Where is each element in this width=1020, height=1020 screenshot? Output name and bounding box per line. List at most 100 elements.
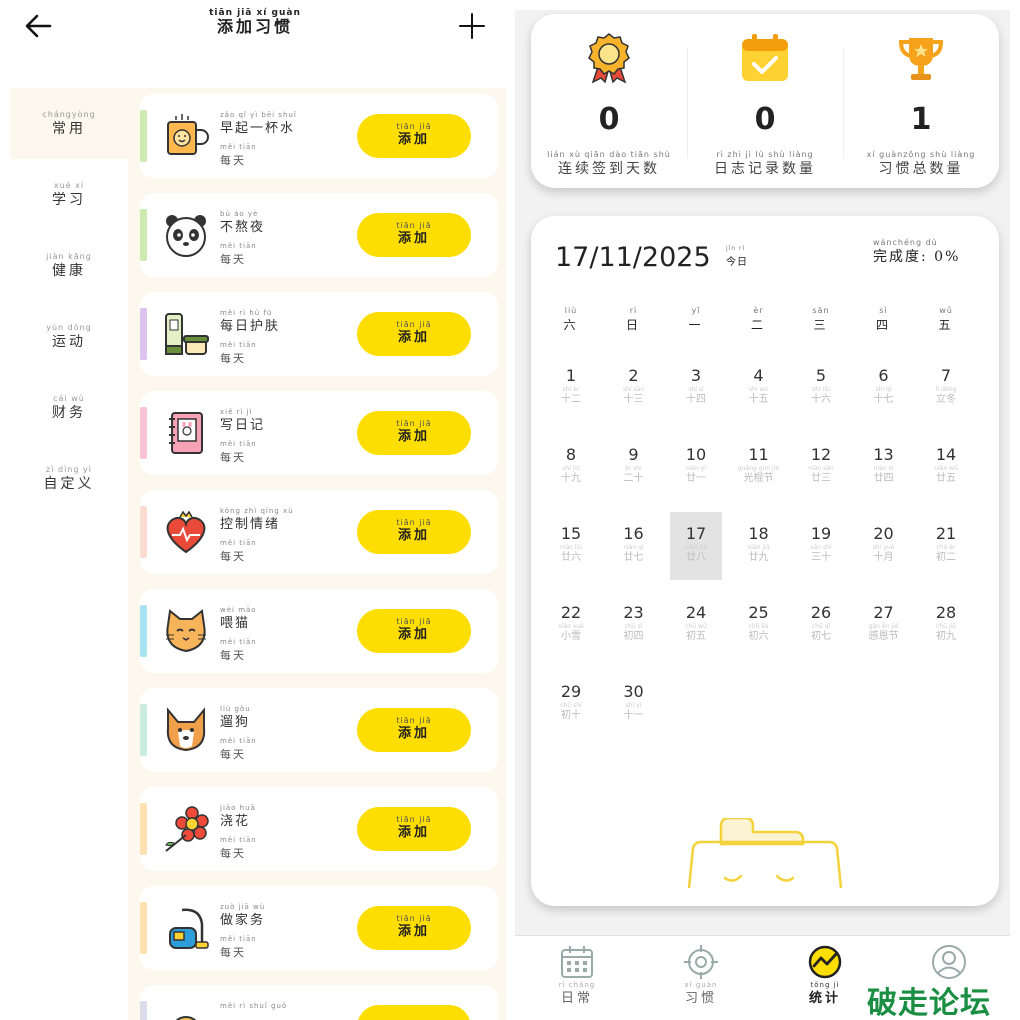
calendar-day[interactable]: 28 chū jiǔ 初九 xyxy=(920,591,972,659)
calendar-day[interactable]: 12 niàn sān 廿三 xyxy=(795,433,847,501)
calendar-day[interactable]: 19 sān shí 三十 xyxy=(795,512,847,580)
nav-item[interactable]: rì cháng 日常 xyxy=(515,944,639,1008)
weekday-pinyin: liù xyxy=(564,306,578,315)
calendar-day[interactable]: 2 shí sān 十三 xyxy=(608,354,660,422)
habit-card: měi rì shuǐ guǒ xyxy=(140,985,498,1020)
day-number: 30 xyxy=(623,682,644,701)
calendar-day[interactable]: 9 èr shí 二十 xyxy=(608,433,660,501)
stat-block: 0 rì zhì jì lù shù liàng 日志记录数量 xyxy=(687,14,843,188)
habit-card: liù gǒu 遛狗 měi tiān 每天 tiān jiā 添加 xyxy=(140,688,498,772)
back-arrow-icon[interactable] xyxy=(22,10,54,42)
calendar-day[interactable]: 24 chū wǔ 初五 xyxy=(670,591,722,659)
weekday-header: liù 六 xyxy=(540,306,602,334)
category-sidebar: chángyòng 常用 xué xí 学习 jiàn kāng 健康 yùn dòn… xyxy=(10,88,128,1020)
habit-card: wèi māo 喂猫 měi tiān 每天 tiān jiā 添加 xyxy=(140,589,498,673)
calendar-day[interactable]: 14 niàn wǔ 廿五 xyxy=(920,433,972,501)
calendar-day[interactable]: 6 shí qī 十七 xyxy=(858,354,910,422)
calendar-day[interactable]: 18 niàn jiǔ 廿九 xyxy=(733,512,785,580)
current-date: 17/11/2025 xyxy=(555,242,711,273)
nav-item[interactable]: xí guàn 习惯 xyxy=(639,944,763,1008)
add-habit-button[interactable]: tiān jiā 添加 xyxy=(357,708,471,752)
weekday-label: 二 xyxy=(750,318,766,332)
calendar-day[interactable]: 20 shí yuè 十月 xyxy=(858,512,910,580)
lunar-date: 十三 xyxy=(623,394,644,405)
today-text: 今日 xyxy=(726,257,748,268)
day-number: 22 xyxy=(560,603,582,622)
nav-item-pinyin: rì cháng xyxy=(558,981,596,989)
lunar-pinyin: lì dōng xyxy=(935,386,957,393)
lunar-date: 立冬 xyxy=(936,394,956,405)
calendar-day[interactable]: 30 shí yī 十一 xyxy=(608,670,660,738)
nav-item[interactable] xyxy=(887,944,1010,980)
sidebar-item[interactable]: xué xí 学习 xyxy=(10,159,128,230)
add-button-label: 添加 xyxy=(397,726,430,741)
sidebar-item-label: 自定义 xyxy=(43,476,95,492)
sidebar-item-label: 健康 xyxy=(52,263,86,279)
add-habit-button[interactable]: tiān jiā 添加 xyxy=(357,510,471,554)
calendar-day[interactable]: 27 gǎn ēn jié 感恩节 xyxy=(858,591,910,659)
calendar-day[interactable]: 21 chū èr 初二 xyxy=(920,512,972,580)
weekday-pinyin: rì xyxy=(629,306,638,315)
add-button-pinyin: tiān jiā xyxy=(396,914,432,923)
stats-icon xyxy=(807,944,843,980)
add-habit-button[interactable] xyxy=(357,1005,471,1020)
add-button-pinyin: tiān jiā xyxy=(396,518,432,527)
add-habit-button[interactable]: tiān jiā 添加 xyxy=(357,213,471,257)
calendar-day[interactable]: 26 chū qī 初七 xyxy=(795,591,847,659)
sidebar-item[interactable]: zì dìng yì 自定义 xyxy=(10,443,128,514)
habit-name-pinyin: xiě rì jì xyxy=(220,408,253,416)
add-button-label: 添加 xyxy=(397,825,430,840)
habit-frequency-pinyin: měi tiān xyxy=(220,143,257,151)
sidebar-item-label: 学习 xyxy=(52,192,86,208)
today-label[interactable]: jīn rì 今日 xyxy=(726,244,756,272)
lunar-pinyin: shí liù xyxy=(812,386,830,393)
sidebar-item[interactable]: chángyòng 常用 xyxy=(10,88,128,159)
sidebar-item[interactable]: jiàn kāng 健康 xyxy=(10,230,128,301)
sidebar-item[interactable]: yùn dòng 运动 xyxy=(10,301,128,372)
calendar-day[interactable]: 29 chū shí 初十 xyxy=(545,670,597,738)
calendar-day[interactable]: 5 shí liù 十六 xyxy=(795,354,847,422)
calendar-day[interactable]: 10 niàn yī 廿一 xyxy=(670,433,722,501)
habit-frequency: 每天 xyxy=(220,550,246,563)
calendar-day[interactable]: 22 xiǎo xuě 小雪 xyxy=(545,591,597,659)
calendar-day[interactable]: 8 shí jiǔ 十九 xyxy=(545,433,597,501)
calendar-day[interactable]: 13 niàn sì 廿四 xyxy=(858,433,910,501)
habit-name-pinyin: jiāo huā xyxy=(220,804,256,812)
calendar-day[interactable]: 23 chū sì 初四 xyxy=(608,591,660,659)
add-habit-button[interactable]: tiān jiā 添加 xyxy=(357,114,471,158)
day-number: 18 xyxy=(748,524,769,543)
lunar-pinyin: gǎn ēn jié xyxy=(868,623,899,630)
mug-icon xyxy=(162,112,210,160)
day-number: 13 xyxy=(873,445,894,464)
habit-color-bar xyxy=(140,407,147,459)
calendar-day[interactable]: 15 niàn liù 廿六 xyxy=(545,512,597,580)
stat-label: xí guànzǒng shù liàng 习惯总数量 xyxy=(843,150,999,178)
add-habit-button[interactable]: tiān jiā 添加 xyxy=(357,312,471,356)
sidebar-item[interactable]: cái wù 财务 xyxy=(10,372,128,443)
calendar-day[interactable]: 25 chū liù 初六 xyxy=(733,591,785,659)
lunar-date: 初五 xyxy=(686,631,706,642)
calendar-day[interactable]: 4 shí wǔ 十五 xyxy=(733,354,785,422)
add-habit-button[interactable]: tiān jiā 添加 xyxy=(357,609,471,653)
add-habit-button[interactable]: tiān jiā 添加 xyxy=(357,807,471,851)
habit-info: xiě rì jì 写日记 měi tiān 每天 xyxy=(220,407,370,467)
calendar-day[interactable]: 1 shí èr 十二 xyxy=(545,354,597,422)
calendar-day[interactable]: 11 guāng gùn jié 光棍节 xyxy=(733,433,785,501)
weekday-label: 四 xyxy=(875,318,891,332)
calendar-day[interactable]: 7 lì dōng 立冬 xyxy=(920,354,972,422)
lunar-pinyin: shí qī xyxy=(875,386,892,393)
add-habit-button[interactable]: tiān jiā 添加 xyxy=(357,906,471,950)
vacuum-icon xyxy=(162,904,210,952)
target-icon xyxy=(683,944,719,980)
diary-icon xyxy=(162,409,210,457)
habit-info: zuò jiā wù 做家务 měi tiān 每天 xyxy=(220,902,370,962)
habit-card: kòng zhì qíng xù 控制情绪 měi tiān 每天 tiān j… xyxy=(140,490,498,574)
day-number: 19 xyxy=(810,524,832,543)
plus-icon[interactable] xyxy=(456,10,488,42)
habit-info: liù gǒu 遛狗 měi tiān 每天 xyxy=(220,704,370,764)
calendar-day[interactable]: 3 shí sì 十四 xyxy=(670,354,722,422)
lunar-pinyin: niàn wǔ xyxy=(934,465,958,472)
add-habit-button[interactable]: tiān jiā 添加 xyxy=(357,411,471,455)
calendar-day-selected[interactable]: 17 niàn bā 廿八 xyxy=(670,512,722,580)
calendar-day[interactable]: 16 niàn qī 廿七 xyxy=(608,512,660,580)
